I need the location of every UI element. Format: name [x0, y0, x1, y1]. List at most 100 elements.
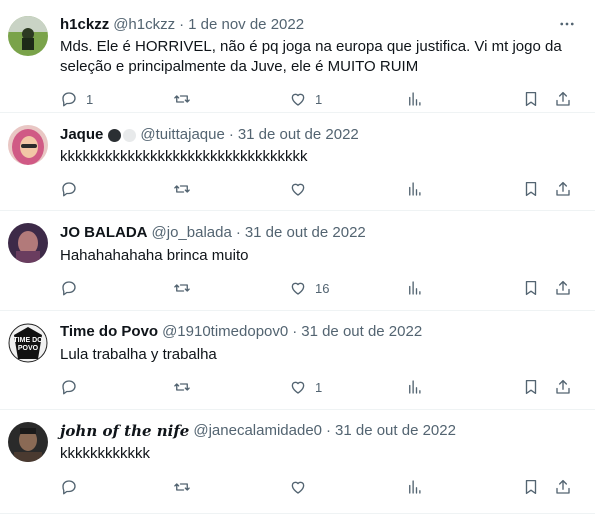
- tweet-date[interactable]: 31 de out de 2022: [245, 223, 366, 243]
- reply-button[interactable]: [60, 377, 78, 397]
- like-count: 16: [315, 280, 330, 296]
- like-button[interactable]: 1: [289, 377, 322, 397]
- tweet-text: Mds. Ele é HORRIVEL, não é pq joga na eu…: [60, 38, 566, 75]
- retweet-icon: [174, 185, 190, 193]
- avatar[interactable]: TIME DO POVO: [8, 323, 48, 363]
- share-button[interactable]: [554, 89, 572, 109]
- emoji-badges: [108, 128, 137, 142]
- tweet[interactable]: TIME DO POVO Time do Povo @1910timedopov…: [0, 311, 595, 410]
- retweet-icon: [174, 95, 190, 103]
- like-button[interactable]: 16: [289, 278, 329, 298]
- tweet-date[interactable]: 31 de out de 2022: [238, 125, 359, 145]
- tweet-actions: [60, 477, 577, 497]
- bookmark-button[interactable]: [522, 278, 540, 298]
- tweet-actions: 16: [60, 278, 577, 298]
- avatar[interactable]: [8, 16, 48, 56]
- bookmark-button[interactable]: [522, 377, 540, 397]
- views-button[interactable]: [406, 377, 424, 397]
- views-button[interactable]: [406, 89, 424, 109]
- bookmark-button[interactable]: [522, 477, 540, 497]
- retweet-icon: [174, 284, 190, 292]
- share-icon: [556, 379, 570, 394]
- tweet-text: kkkkkkkkkkkk: [60, 445, 150, 462]
- share-icon: [556, 280, 570, 295]
- more-options-icon[interactable]: [557, 14, 577, 34]
- retweet-button[interactable]: [173, 278, 191, 298]
- like-count: 1: [315, 91, 323, 107]
- display-name[interactable]: john of the nife: [60, 421, 189, 441]
- tweet-header: Time do Povo @1910timedopov0 · 31 de out…: [60, 322, 555, 342]
- avatar[interactable]: [8, 125, 48, 165]
- reply-icon: [62, 182, 76, 197]
- reply-icon: [62, 281, 76, 296]
- tweet-actions: 1: [60, 377, 577, 397]
- heart-icon: [291, 93, 305, 106]
- share-button[interactable]: [554, 377, 572, 397]
- bookmark-icon: [525, 479, 537, 495]
- svg-text:TIME DO: TIME DO: [13, 337, 43, 344]
- views-button[interactable]: [406, 477, 424, 497]
- share-icon: [556, 181, 570, 196]
- reply-icon: [62, 480, 76, 495]
- heart-icon: [291, 381, 305, 394]
- tweet[interactable]: Jaque @tuittajaque · 31 de out de 2022 k…: [0, 113, 595, 211]
- reply-icon: [62, 380, 76, 395]
- like-button[interactable]: 1: [289, 89, 322, 109]
- heart-icon: [291, 282, 305, 295]
- tweet-text: Lula trabalha y trabalha: [60, 346, 217, 363]
- views-button[interactable]: [406, 278, 424, 298]
- heart-icon: [291, 481, 305, 494]
- white-circle-icon: [123, 128, 137, 142]
- like-button[interactable]: [289, 179, 307, 199]
- avatar[interactable]: [8, 422, 48, 462]
- bookmark-icon: [525, 379, 537, 395]
- share-button[interactable]: [554, 179, 572, 199]
- separator: ·: [326, 422, 332, 439]
- reply-button[interactable]: 1: [60, 89, 93, 109]
- separator: ·: [228, 126, 234, 143]
- bookmark-icon: [525, 280, 537, 296]
- reply-button[interactable]: [60, 477, 78, 497]
- display-name[interactable]: Jaque: [60, 125, 103, 145]
- reply-icon: [62, 92, 76, 107]
- tweet[interactable]: h1ckzz @h1ckzz · 1 de nov de 2022 Mds. E…: [0, 0, 595, 113]
- views-icon: [409, 380, 421, 394]
- separator: ·: [292, 323, 298, 340]
- share-icon: [556, 479, 570, 494]
- user-handle[interactable]: @tuittajaque: [140, 125, 224, 145]
- like-button[interactable]: [289, 477, 307, 497]
- tweet[interactable]: john of the nife @janecalamidade0 · 31 d…: [0, 410, 595, 514]
- separator: ·: [235, 224, 241, 241]
- display-name[interactable]: JO BALADA: [60, 223, 148, 243]
- display-name[interactable]: Time do Povo: [60, 322, 158, 342]
- user-handle[interactable]: @1910timedopov0: [162, 322, 288, 342]
- reply-button[interactable]: [60, 179, 78, 199]
- avatar[interactable]: [8, 223, 48, 263]
- retweet-button[interactable]: [173, 377, 191, 397]
- views-button[interactable]: [406, 179, 424, 199]
- reply-button[interactable]: [60, 278, 78, 298]
- bookmark-icon: [525, 91, 537, 107]
- user-handle[interactable]: @h1ckzz: [113, 15, 175, 35]
- retweet-icon: [174, 383, 190, 391]
- user-handle[interactable]: @janecalamidade0: [193, 421, 322, 441]
- tweet-date[interactable]: 31 de out de 2022: [335, 421, 456, 441]
- retweet-button[interactable]: [173, 179, 191, 199]
- bookmark-button[interactable]: [522, 89, 540, 109]
- tweet-actions: 1 1: [60, 89, 577, 109]
- bookmark-button[interactable]: [522, 179, 540, 199]
- tweet-header: JO BALADA @jo_balada · 31 de out de 2022: [60, 223, 555, 243]
- retweet-button[interactable]: [173, 89, 191, 109]
- reply-count: 1: [86, 91, 94, 107]
- retweet-button[interactable]: [173, 477, 191, 497]
- tweet-date[interactable]: 1 de nov de 2022: [188, 15, 304, 35]
- share-button[interactable]: [554, 278, 572, 298]
- share-icon: [556, 91, 570, 106]
- views-icon: [409, 182, 421, 196]
- tweet[interactable]: JO BALADA @jo_balada · 31 de out de 2022…: [0, 211, 595, 311]
- display-name[interactable]: h1ckzz: [60, 15, 109, 35]
- tweet-date[interactable]: 31 de out de 2022: [301, 322, 422, 342]
- share-button[interactable]: [554, 477, 572, 497]
- svg-text:POVO: POVO: [18, 345, 39, 352]
- user-handle[interactable]: @jo_balada: [152, 223, 232, 243]
